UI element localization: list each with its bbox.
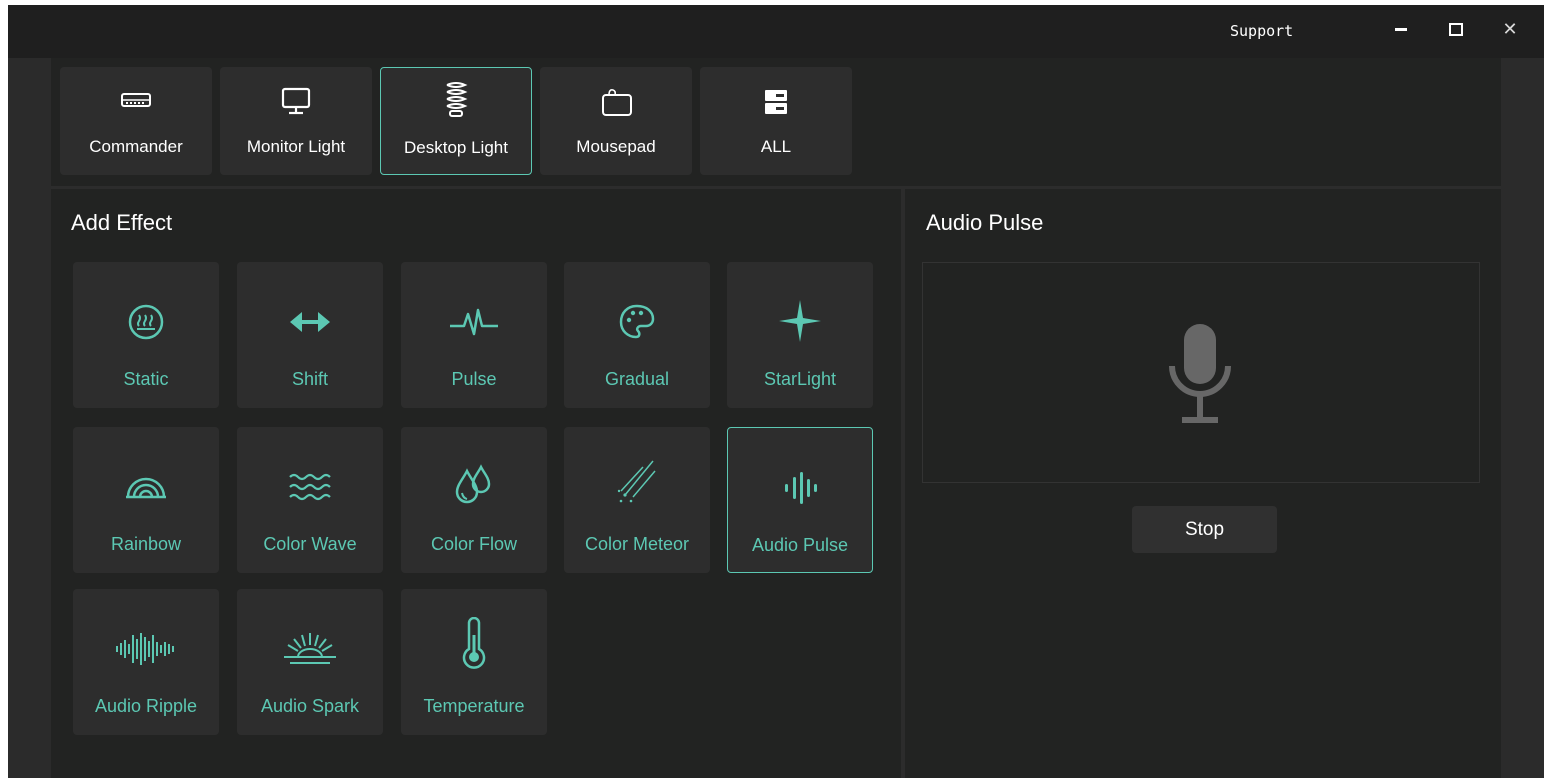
effect-label: StarLight	[763, 369, 837, 389]
device-tab-label: Mousepad	[576, 137, 656, 156]
device-tab-all[interactable]: ALL	[700, 67, 852, 175]
device-tab-monitor-light[interactable]: Monitor Light	[220, 67, 372, 175]
star-icon	[779, 300, 821, 342]
effect-tile-color-flow[interactable]: Color Flow	[401, 427, 547, 573]
effect-label: Audio Pulse	[751, 535, 849, 555]
effect-label: Color Wave	[263, 534, 357, 554]
double-arrow-icon	[290, 312, 330, 332]
effect-tile-rainbow[interactable]: Rainbow	[73, 427, 219, 573]
droplets-icon	[455, 464, 491, 504]
title-bar: Support ✕	[8, 5, 1544, 58]
minimize-icon	[1395, 27, 1407, 31]
effect-tile-audio-pulse[interactable]: Audio Pulse	[727, 427, 873, 573]
device-tabs: Commander Monitor Light Desktop Light Mo…	[51, 58, 1501, 187]
wave-icon	[289, 473, 331, 501]
effect-label: Audio Ripple	[94, 696, 198, 716]
coil-lamp-icon	[446, 82, 468, 117]
microphone-icon	[1169, 324, 1231, 423]
section-divider	[51, 186, 1501, 189]
support-link[interactable]: Support	[1230, 22, 1293, 40]
effect-tile-audio-ripple[interactable]: Audio Ripple	[73, 589, 219, 735]
effect-tile-color-wave[interactable]: Color Wave	[237, 427, 383, 573]
effect-tile-shift[interactable]: Shift	[237, 262, 383, 408]
commander-hub-icon	[121, 93, 151, 107]
close-button[interactable]: ✕	[1496, 15, 1524, 43]
meteor-icon	[617, 460, 656, 503]
left-sidebar	[8, 58, 51, 778]
right-sidebar	[1501, 58, 1544, 778]
close-icon: ✕	[1502, 18, 1518, 40]
palette-icon	[619, 304, 655, 339]
audio-bars-icon	[785, 472, 817, 504]
audio-ripple-icon	[116, 633, 174, 665]
effect-tile-gradual[interactable]: Gradual	[564, 262, 710, 408]
stop-button[interactable]: Stop	[1132, 506, 1277, 553]
effect-tile-temperature[interactable]: Temperature	[401, 589, 547, 735]
app-window: Support ✕ Commander Monitor Light Deskto…	[8, 5, 1544, 778]
audio-preview-area	[922, 262, 1480, 483]
main-content: Commander Monitor Light Desktop Light Mo…	[51, 58, 1501, 778]
effect-panel-heading: Audio Pulse	[926, 210, 1044, 235]
thermometer-icon	[462, 617, 486, 669]
effect-label: Static	[123, 369, 169, 389]
audio-spark-icon	[284, 633, 336, 664]
maximize-icon	[1449, 22, 1463, 36]
maximize-button[interactable]	[1442, 15, 1470, 43]
add-effect-heading: Add Effect	[71, 210, 173, 235]
effect-label: Rainbow	[110, 534, 182, 554]
effect-label: Audio Spark	[260, 696, 360, 716]
effect-tile-starlight[interactable]: StarLight	[727, 262, 873, 408]
device-tab-label: Monitor Light	[246, 137, 346, 156]
effect-label: Pulse	[451, 369, 497, 389]
device-tab-label: ALL	[760, 137, 792, 156]
effect-tile-static[interactable]: Static	[73, 262, 219, 408]
device-tab-mousepad[interactable]: Mousepad	[540, 67, 692, 175]
effect-tile-pulse[interactable]: Pulse	[401, 262, 547, 408]
device-stack-icon	[765, 90, 787, 114]
pulse-icon	[450, 308, 498, 336]
device-tab-desktop-light[interactable]: Desktop Light	[380, 67, 532, 175]
mousepad-icon	[602, 89, 632, 116]
static-icon	[128, 304, 164, 340]
effect-label: Color Flow	[430, 534, 518, 554]
minimize-button[interactable]	[1387, 15, 1415, 43]
effect-label: Color Meteor	[584, 534, 690, 554]
effect-label: Gradual	[604, 369, 670, 389]
effect-tile-audio-spark[interactable]: Audio Spark	[237, 589, 383, 735]
monitor-icon	[281, 87, 311, 115]
device-tab-label: Desktop Light	[404, 138, 508, 157]
device-tab-commander[interactable]: Commander	[60, 67, 212, 175]
device-tab-label: Commander	[89, 137, 183, 156]
effect-label: Shift	[291, 369, 329, 389]
effect-tile-color-meteor[interactable]: Color Meteor	[564, 427, 710, 573]
panel-divider	[901, 189, 905, 778]
rainbow-icon	[126, 477, 166, 499]
effect-label: Temperature	[423, 696, 525, 716]
